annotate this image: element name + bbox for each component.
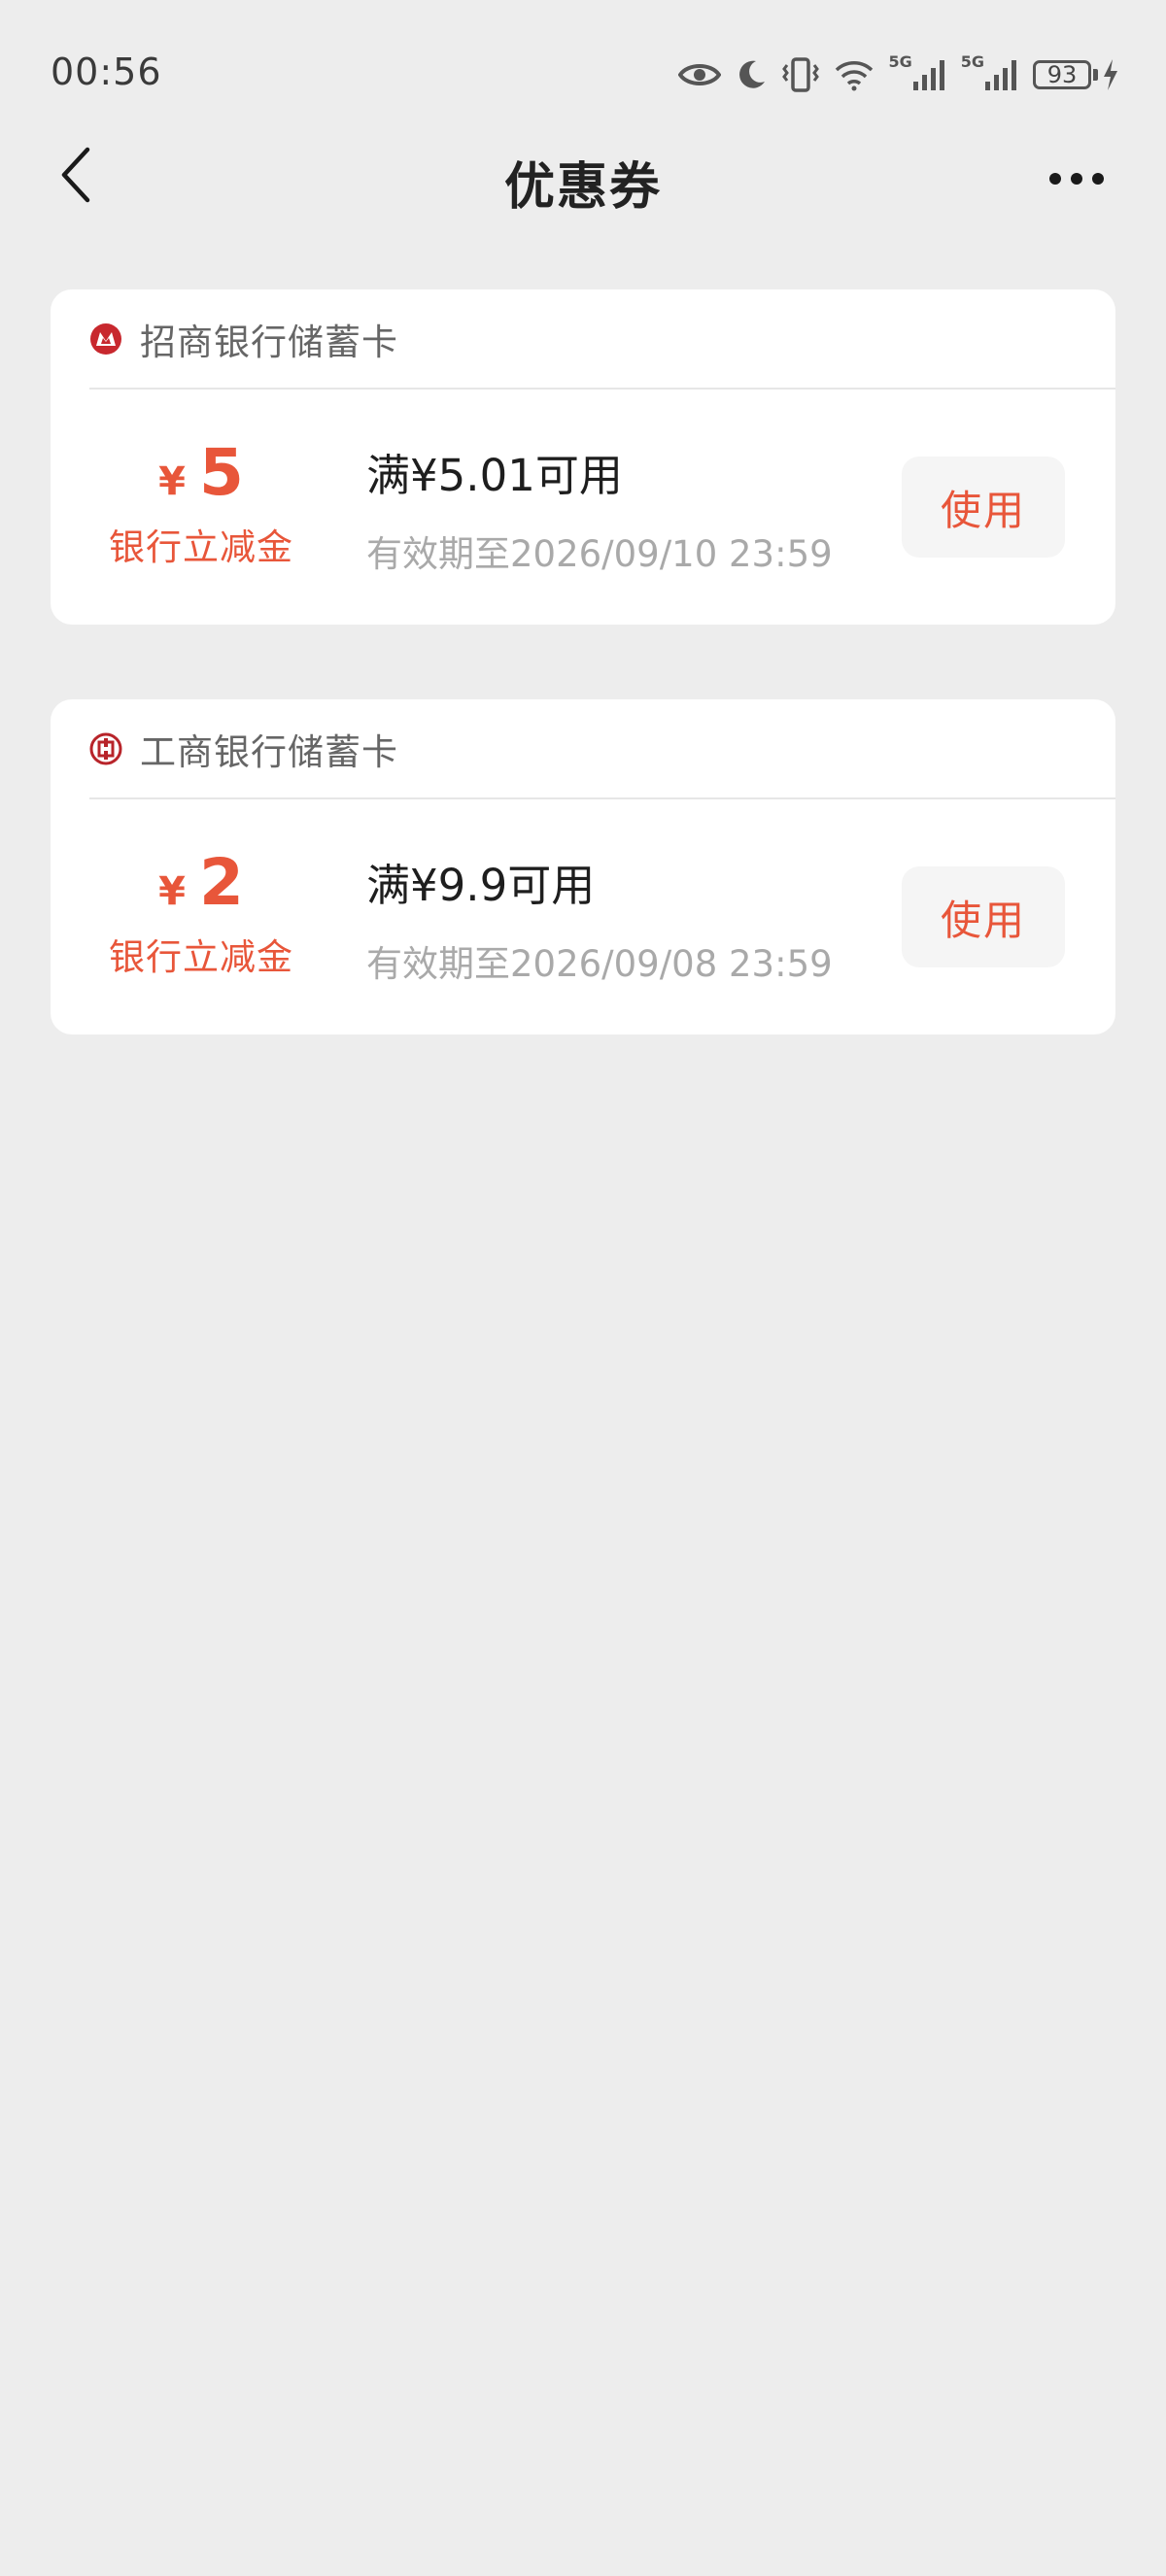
battery-indicator: 93 <box>1033 58 1119 91</box>
card-header: 招商银行储蓄卡 <box>89 289 1115 390</box>
coupon-amount: ¥ 5 银行立减金 <box>51 435 352 570</box>
coupon-card: 工商银行储蓄卡 ¥ 2 银行立减金 满¥9.9可用 有效期至2026/09/08… <box>51 699 1115 1034</box>
use-button[interactable]: 使用 <box>902 457 1065 558</box>
bank-name: 工商银行储蓄卡 <box>140 730 398 773</box>
coupon-validity: 有效期至2026/09/10 23:59 <box>366 533 833 575</box>
coupon-card: 招商银行储蓄卡 ¥ 5 银行立减金 满¥5.01可用 有效期至2026/09/1… <box>51 289 1115 625</box>
currency-symbol: ¥ <box>158 869 186 914</box>
cellular-signal-icon <box>912 60 944 90</box>
charging-icon <box>1104 59 1117 90</box>
status-icons: 5G 5G 93 <box>678 52 1119 97</box>
amount-value: 2 <box>198 845 244 920</box>
amount-line: ¥ 2 <box>51 845 352 920</box>
amount-value: 5 <box>198 435 244 510</box>
nav-bar: 优惠券 <box>0 126 1166 233</box>
coupon-info: 满¥9.9可用 有效期至2026/09/08 23:59 <box>366 850 833 987</box>
wifi-icon <box>836 61 874 91</box>
coupon-amount: ¥ 2 银行立减金 <box>51 845 352 980</box>
more-dot-icon <box>1071 173 1082 185</box>
signal-5g-2-label: 5G <box>960 52 984 71</box>
more-dot-icon <box>1049 173 1061 185</box>
signal-5g-1-label: 5G <box>888 52 912 71</box>
coupon-info: 满¥5.01可用 有效期至2026/09/10 23:59 <box>366 440 833 577</box>
amount-line: ¥ 5 <box>51 435 352 510</box>
vibrate-icon <box>782 57 820 92</box>
cmb-logo-icon <box>90 322 121 355</box>
signal-5g-2: 5G <box>961 52 1019 91</box>
eye-icon <box>678 64 722 85</box>
card-header: 工商银行储蓄卡 <box>89 699 1115 799</box>
coupon-condition: 满¥5.01可用 <box>366 450 623 501</box>
status-time: 00:56 <box>51 51 162 93</box>
coupon-validity: 有效期至2026/09/08 23:59 <box>366 943 833 985</box>
amount-label: 银行立减金 <box>109 936 293 978</box>
moon-icon <box>739 60 766 88</box>
icbc-logo-icon <box>89 732 122 764</box>
bank-name: 招商银行储蓄卡 <box>140 321 398 363</box>
currency-symbol: ¥ <box>158 459 186 504</box>
use-button[interactable]: 使用 <box>902 866 1065 967</box>
page-title: 优惠券 <box>503 158 662 217</box>
more-dot-icon <box>1092 173 1104 185</box>
cellular-signal-icon <box>985 60 1016 90</box>
status-bar: 00:56 5G 5G 93 <box>0 0 1166 146</box>
more-options-button[interactable] <box>1038 150 1115 208</box>
amount-label: 银行立减金 <box>109 526 293 568</box>
battery-tip <box>1093 69 1098 81</box>
battery-level: 93 <box>1033 60 1091 89</box>
signal-5g-1: 5G <box>888 52 946 91</box>
coupon-condition: 满¥9.9可用 <box>366 860 596 911</box>
